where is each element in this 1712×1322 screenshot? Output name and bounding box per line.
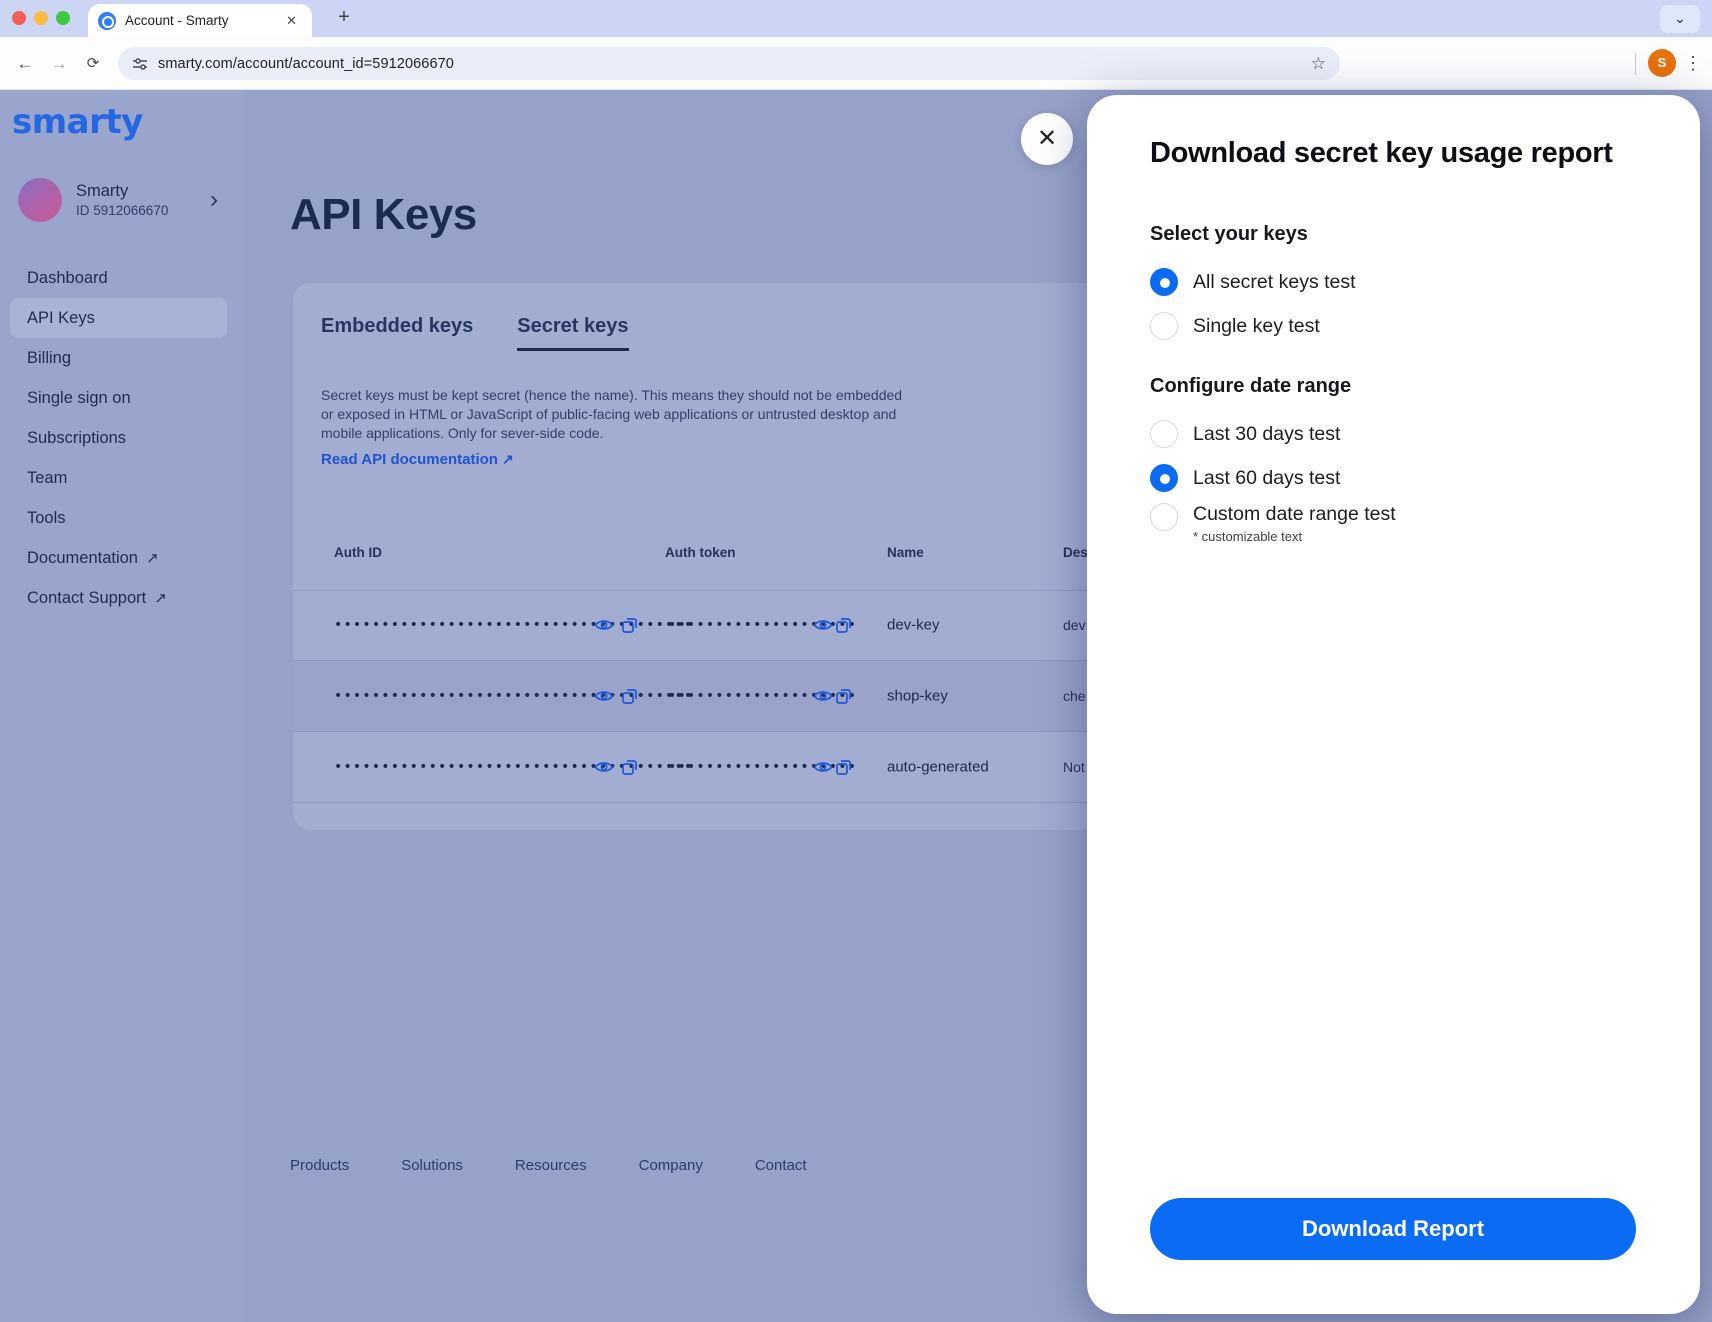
tab-close-icon[interactable]: ✕ bbox=[281, 11, 302, 31]
key-description: che bbox=[1063, 688, 1086, 704]
modal-title: Download secret key usage report bbox=[1150, 137, 1650, 170]
sidebar-item-single-sign-on[interactable]: Single sign on bbox=[0, 378, 243, 418]
back-icon[interactable]: ← bbox=[12, 51, 38, 77]
reload-icon[interactable]: ⟳ bbox=[80, 51, 106, 77]
sidebar-nav: Dashboard API Keys Billing Single sign o… bbox=[0, 258, 243, 618]
tab-embedded-keys[interactable]: Embedded keys bbox=[321, 315, 473, 351]
copy-auth-token-icon[interactable] bbox=[833, 756, 855, 778]
toolbar-divider bbox=[1635, 53, 1636, 75]
download-report-button[interactable]: Download Report bbox=[1150, 1198, 1636, 1260]
sidebar-item-api-keys[interactable]: API Keys bbox=[10, 298, 227, 338]
sidebar-item-dashboard[interactable]: Dashboard bbox=[0, 258, 243, 298]
url-text: smarty.com/account/account_id=5912066670 bbox=[158, 56, 454, 72]
radio-icon bbox=[1150, 268, 1178, 296]
select-keys-heading: Select your keys bbox=[1150, 223, 1308, 246]
copy-auth-id-icon[interactable] bbox=[619, 685, 641, 707]
radio-custom-date-range[interactable]: Custom date range test * customizable te… bbox=[1150, 503, 1396, 544]
radio-single-key[interactable]: Single key test bbox=[1150, 312, 1320, 340]
reveal-auth-id-icon[interactable] bbox=[593, 685, 615, 707]
external-link-icon: ↗ bbox=[502, 451, 514, 467]
account-id: ID 5912066670 bbox=[76, 203, 168, 218]
window-zoom-button[interactable] bbox=[56, 11, 70, 25]
radio-icon bbox=[1150, 420, 1178, 448]
window-close-button[interactable] bbox=[12, 11, 26, 25]
radio-last-60-days[interactable]: Last 60 days test bbox=[1150, 464, 1340, 492]
page-title: API Keys bbox=[290, 190, 477, 240]
browser-tab[interactable]: Account - Smarty ✕ bbox=[88, 4, 312, 37]
copy-auth-token-icon[interactable] bbox=[833, 614, 855, 636]
sidebar-item-billing[interactable]: Billing bbox=[0, 338, 243, 378]
chevron-right-icon: › bbox=[210, 190, 218, 210]
footer-link-solutions[interactable]: Solutions bbox=[401, 1157, 463, 1174]
external-link-icon: ↗ bbox=[154, 589, 167, 607]
radio-icon bbox=[1150, 464, 1178, 492]
account-switcher[interactable]: Smarty ID 5912066670 › bbox=[10, 172, 230, 228]
footer-link-products[interactable]: Products bbox=[290, 1157, 349, 1174]
reveal-auth-id-icon[interactable] bbox=[593, 614, 615, 636]
column-name: Name bbox=[887, 545, 924, 560]
sidebar-item-subscriptions[interactable]: Subscriptions bbox=[0, 418, 243, 458]
account-name: Smarty bbox=[76, 182, 168, 201]
sidebar-item-contact-support[interactable]: Contact Support ↗ bbox=[0, 578, 243, 618]
site-info-icon[interactable] bbox=[132, 56, 148, 72]
external-link-icon: ↗ bbox=[146, 549, 159, 567]
column-auth-id: Auth ID bbox=[334, 545, 382, 560]
close-icon: ✕ bbox=[1037, 127, 1057, 151]
date-range-heading: Configure date range bbox=[1150, 375, 1351, 398]
copy-auth-token-icon[interactable] bbox=[833, 685, 855, 707]
sidebar-item-tools[interactable]: Tools bbox=[0, 498, 243, 538]
radio-icon bbox=[1150, 503, 1178, 531]
smarty-logo: smarty bbox=[12, 102, 143, 142]
account-avatar bbox=[18, 178, 62, 222]
footer-link-contact[interactable]: Contact bbox=[755, 1157, 807, 1174]
browser-menu-icon[interactable]: ⋮ bbox=[1682, 50, 1704, 76]
tab-search-chevron-icon[interactable]: ⌄ bbox=[1660, 5, 1700, 33]
copy-auth-id-icon[interactable] bbox=[619, 756, 641, 778]
browser-profile-avatar[interactable]: S bbox=[1648, 49, 1676, 77]
reveal-auth-token-icon[interactable] bbox=[812, 614, 834, 636]
browser-toolbar: ← → ⟳ smarty.com/account/account_id=5912… bbox=[0, 37, 1712, 90]
tab-title: Account - Smarty bbox=[125, 13, 281, 28]
copy-auth-id-icon[interactable] bbox=[619, 614, 641, 636]
read-api-documentation-link[interactable]: Read API documentation↗ bbox=[321, 451, 514, 468]
new-tab-button[interactable]: + bbox=[330, 4, 358, 32]
radio-icon bbox=[1150, 312, 1178, 340]
reveal-auth-token-icon[interactable] bbox=[812, 756, 834, 778]
page-footer: Products Solutions Resources Company Con… bbox=[290, 1157, 807, 1174]
bookmark-star-icon[interactable]: ☆ bbox=[1311, 54, 1326, 74]
sidebar: smarty Smarty ID 5912066670 › Dashboard … bbox=[0, 90, 243, 1322]
download-report-modal: Download secret key usage report Select … bbox=[1087, 95, 1700, 1314]
radio-all-secret-keys[interactable]: All secret keys test bbox=[1150, 268, 1356, 296]
browser-tab-strip: Account - Smarty ✕ + ⌄ bbox=[0, 0, 1712, 37]
key-description: Not bbox=[1063, 759, 1085, 775]
footer-link-company[interactable]: Company bbox=[639, 1157, 703, 1174]
smarty-favicon-icon bbox=[98, 12, 116, 30]
address-bar[interactable]: smarty.com/account/account_id=5912066670… bbox=[118, 47, 1340, 80]
keys-tabs: Embedded keys Secret keys bbox=[321, 315, 629, 351]
reveal-auth-token-icon[interactable] bbox=[812, 685, 834, 707]
column-description: Des bbox=[1063, 545, 1088, 560]
secret-keys-description: Secret keys must be kept secret (hence t… bbox=[321, 386, 906, 443]
footer-link-resources[interactable]: Resources bbox=[515, 1157, 587, 1174]
reveal-auth-id-icon[interactable] bbox=[593, 756, 615, 778]
sidebar-item-documentation[interactable]: Documentation ↗ bbox=[0, 538, 243, 578]
key-description: dev bbox=[1063, 617, 1086, 633]
column-auth-token: Auth token bbox=[665, 545, 736, 560]
radio-last-30-days[interactable]: Last 30 days test bbox=[1150, 420, 1340, 448]
key-name: shop-key bbox=[887, 688, 948, 705]
key-name: dev-key bbox=[887, 617, 940, 634]
custom-range-note: * customizable text bbox=[1193, 529, 1396, 544]
key-name: auto-generated bbox=[887, 759, 989, 776]
tab-secret-keys[interactable]: Secret keys bbox=[517, 315, 628, 351]
forward-icon[interactable]: → bbox=[46, 51, 72, 77]
modal-close-button[interactable]: ✕ bbox=[1021, 113, 1073, 165]
sidebar-item-team[interactable]: Team bbox=[0, 458, 243, 498]
window-minimize-button[interactable] bbox=[34, 11, 48, 25]
